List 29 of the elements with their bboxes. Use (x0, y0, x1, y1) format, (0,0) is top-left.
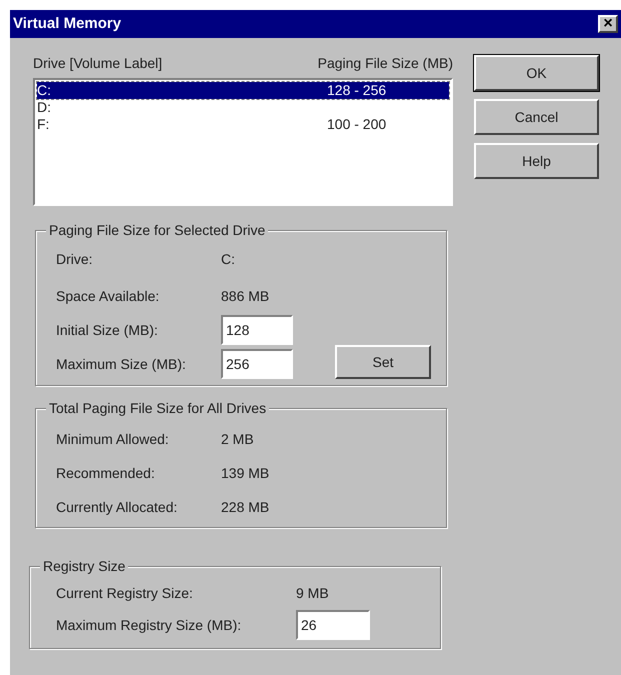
dialog-button[interactable]: OK (474, 55, 599, 91)
column-header: Paging File Size (MB) (318, 54, 453, 73)
info-label: Drive: (56, 250, 94, 269)
list-item[interactable]: D: (37, 99, 449, 116)
info-label: Minimum Allowed: (56, 430, 170, 449)
field-label: Maximum Size (MB): (56, 354, 187, 374)
window-title: Virtual Memory (13, 14, 122, 34)
column-header: Drive [Volume Label] (33, 54, 162, 73)
info-value: 9 MB (296, 584, 330, 603)
info-value: 2 MB (221, 430, 255, 449)
info-label: Space Available: (56, 287, 160, 306)
info-value: 886 MB (221, 287, 270, 306)
info-value: 139 MB (221, 464, 270, 483)
input-field[interactable]: 128 (221, 315, 293, 345)
field-label: Initial Size (MB): (56, 320, 159, 340)
info-value: C: (221, 250, 236, 269)
set-button[interactable]: Set (335, 345, 431, 379)
close-button[interactable]: × (598, 15, 618, 33)
input-field[interactable]: 26 (296, 610, 370, 640)
input-field[interactable]: 256 (221, 349, 293, 379)
info-label: Recommended: (56, 464, 156, 483)
dialog-button[interactable]: Cancel (474, 99, 599, 135)
info-value: 228 MB (221, 498, 270, 517)
dialog-button[interactable]: Help (474, 143, 599, 179)
field-label: Maximum Registry Size (MB): (56, 616, 242, 635)
list-item[interactable]: C: 128 - 256 (37, 82, 449, 99)
info-label: Current Registry Size: (56, 584, 194, 603)
info-label: Currently Allocated: (56, 498, 178, 517)
list-item[interactable]: F: 100 - 200 (37, 116, 449, 133)
